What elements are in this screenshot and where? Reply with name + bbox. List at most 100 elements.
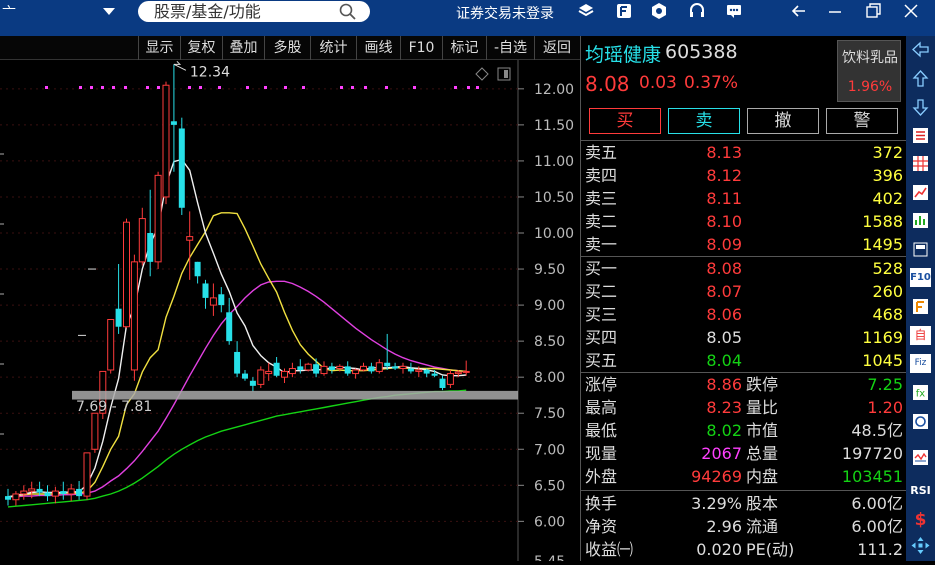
arrow-down-icon[interactable] bbox=[910, 98, 931, 117]
y-tick-label: 10.00 bbox=[534, 226, 574, 242]
sell-button[interactable]: 卖 bbox=[668, 108, 740, 134]
toolbar-draw-button[interactable]: 画线 bbox=[356, 36, 400, 60]
bid-row-3[interactable]: 买三 8.06 468 bbox=[581, 303, 907, 326]
candle-body-down bbox=[242, 373, 248, 379]
minimize-icon[interactable] bbox=[826, 2, 844, 20]
ask-price: 8.09 bbox=[706, 235, 742, 254]
ask-row-2[interactable]: 卖二 8.10 1588 bbox=[581, 210, 907, 233]
bid-row-5[interactable]: 买五 8.04 1045 bbox=[581, 349, 907, 372]
kline-chart-canvas[interactable]: 7.69 - 7.81 12.34 12.00 11.50 11.00 10.50 10.… bbox=[0, 60, 580, 565]
bid-price: 8.05 bbox=[706, 328, 742, 347]
bar-chart-icon[interactable] bbox=[910, 211, 931, 230]
price-change: 0.03 bbox=[639, 73, 677, 93]
f-icon[interactable] bbox=[910, 297, 931, 316]
chevron-down-icon[interactable] bbox=[101, 5, 117, 17]
wave-icon[interactable] bbox=[910, 448, 931, 467]
stats-row-eps: 收益㈠ 0.020 PE(动) 111.2 bbox=[581, 538, 907, 561]
stat-label: 净资 bbox=[585, 517, 618, 536]
y-tick-label: 8.00 bbox=[534, 370, 565, 386]
hexagon-icon[interactable] bbox=[650, 2, 668, 20]
arrow-up-icon[interactable] bbox=[910, 69, 931, 88]
ask-row-1[interactable]: 卖一 8.09 1495 bbox=[581, 233, 907, 256]
event-marker bbox=[124, 86, 127, 89]
sector-box[interactable]: 饮料乳品 1.96% bbox=[837, 40, 901, 102]
window-icon[interactable] bbox=[910, 240, 931, 259]
y-tick-label: 8.50 bbox=[534, 334, 565, 350]
candle-body-up bbox=[320, 365, 328, 375]
event-marker bbox=[218, 86, 221, 89]
bid-row-1[interactable]: 买一 8.08 528 bbox=[581, 257, 907, 280]
candle-body-up bbox=[138, 218, 146, 263]
message-icon[interactable] bbox=[725, 2, 743, 20]
buy-button[interactable]: 买 bbox=[589, 108, 661, 134]
y-tick-label: 12.00 bbox=[534, 82, 574, 98]
stat-label: 市值 bbox=[746, 421, 779, 440]
toolbar-display-button[interactable]: 显示 bbox=[138, 36, 180, 60]
candle-body-down bbox=[392, 366, 399, 369]
rsi-icon[interactable]: RSI bbox=[908, 482, 933, 499]
search-icon[interactable] bbox=[339, 3, 356, 20]
alert-button[interactable]: 警 bbox=[826, 108, 898, 134]
toolbar-mark-button[interactable]: 标记 bbox=[442, 36, 486, 60]
toolbar-overlay-button[interactable]: 叠加 bbox=[222, 36, 264, 60]
login-status[interactable]: 证券交易未登录 bbox=[456, 3, 554, 23]
close-icon[interactable] bbox=[902, 2, 920, 20]
panel-toggle-icon[interactable] bbox=[497, 67, 511, 81]
stat-label: 换手 bbox=[585, 494, 618, 513]
ask-label: 卖二 bbox=[585, 212, 618, 231]
restore-icon[interactable] bbox=[864, 2, 882, 20]
candle-body-down bbox=[234, 351, 241, 374]
toolbar-adjust-button[interactable]: 复权 bbox=[180, 36, 222, 60]
diamond-icon[interactable] bbox=[475, 67, 489, 81]
arrow-left-icon[interactable] bbox=[910, 40, 931, 59]
search-input[interactable]: 股票/基金/功能 bbox=[138, 1, 370, 22]
ask-row-5[interactable]: 卖五 8.13 372 bbox=[581, 141, 907, 164]
app-menu-label[interactable]: 亠 bbox=[2, 2, 16, 22]
bid-label: 买四 bbox=[585, 328, 618, 347]
kline-chart[interactable]: 7.69 - 7.81 12.34 12.00 11.50 11.00 10.50 10.… bbox=[0, 60, 580, 565]
event-marker bbox=[364, 86, 367, 89]
toolbar-multi-stock-button[interactable]: 多股 bbox=[264, 36, 310, 60]
stat-value: 94269 bbox=[691, 467, 742, 486]
candle-body-down bbox=[407, 368, 414, 372]
f-box-icon[interactable] bbox=[615, 2, 633, 20]
move-icon[interactable] bbox=[910, 536, 931, 555]
bid-price: 8.06 bbox=[706, 305, 742, 324]
dollar-icon[interactable]: $ bbox=[910, 509, 931, 528]
layers-icon[interactable] bbox=[577, 2, 595, 20]
toolbar-back-button[interactable]: 返回 bbox=[534, 36, 579, 60]
divider bbox=[581, 490, 907, 491]
headset-icon[interactable] bbox=[688, 2, 706, 20]
stats-row-net-asset: 净资 2.96 流通 6.00亿 bbox=[581, 515, 907, 538]
bid-row-2[interactable]: 买二 8.07 260 bbox=[581, 280, 907, 303]
toolbar-stats-button[interactable]: 统计 bbox=[310, 36, 356, 60]
bid-row-4[interactable]: 买四 8.05 1169 bbox=[581, 326, 907, 349]
stat-label: 外盘 bbox=[585, 467, 618, 486]
list-icon[interactable] bbox=[910, 126, 931, 145]
toolbar-f10-button[interactable]: F10 bbox=[400, 36, 442, 60]
cancel-order-button[interactable]: 撤 bbox=[747, 108, 819, 134]
self-icon[interactable]: 自 bbox=[910, 326, 931, 345]
ask-price: 8.12 bbox=[706, 166, 742, 185]
circle-icon[interactable] bbox=[910, 412, 931, 431]
fx-icon[interactable]: fx bbox=[910, 383, 931, 402]
candle-body-up bbox=[20, 490, 28, 495]
f10-icon[interactable]: F10 bbox=[910, 268, 931, 287]
ask-row-3[interactable]: 卖三 8.11 402 bbox=[581, 187, 907, 210]
stat-value: 111.2 bbox=[857, 540, 903, 559]
candle-body-up bbox=[375, 362, 383, 372]
candle-body-up bbox=[51, 490, 59, 497]
table-icon[interactable] bbox=[910, 154, 931, 173]
candle-body-down bbox=[60, 491, 67, 494]
ask-row-4[interactable]: 卖四 8.12 396 bbox=[581, 164, 907, 187]
trend-icon[interactable] bbox=[910, 183, 931, 202]
candle-body-up bbox=[462, 370, 470, 373]
candle-body-down bbox=[249, 380, 256, 386]
toolbar-remove-watchlist-button[interactable]: -自选 bbox=[486, 36, 534, 60]
bid-price: 8.07 bbox=[706, 282, 742, 301]
bid-price: 8.04 bbox=[706, 351, 742, 370]
y-tick-label: 6.00 bbox=[534, 514, 565, 530]
range-label: 7.69 - 7.81 bbox=[76, 399, 152, 415]
back-icon[interactable] bbox=[790, 2, 808, 20]
fiz-icon[interactable]: Fiz bbox=[910, 354, 931, 373]
